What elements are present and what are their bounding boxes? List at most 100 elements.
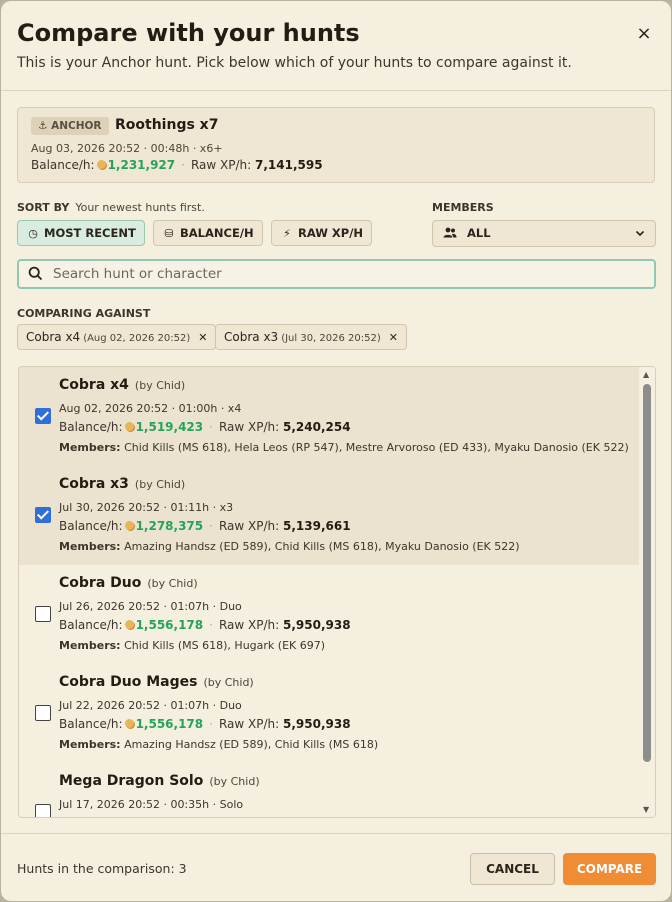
anchor-xp-value: 7,141,595	[255, 158, 323, 172]
hunt-meta: Jul 30, 2026 20:52 · 01:11h · x3	[59, 501, 234, 514]
cancel-button[interactable]: CANCEL	[470, 853, 555, 885]
chip-name: Cobra x4	[26, 330, 81, 344]
hunt-checkbox[interactable]	[35, 606, 51, 622]
chevron-down-icon	[635, 221, 645, 246]
hunt-balance: 1,556,178	[135, 717, 204, 731]
remove-chip-icon[interactable]: ✕	[389, 331, 398, 344]
modal-header: Compare with your hunts This is your Anc…	[1, 1, 671, 91]
hunt-row[interactable]: Cobra Duo Mages (by Chid) Jul 22, 2026 20…	[19, 664, 640, 763]
hunt-owner: (by Chid)	[203, 676, 254, 689]
hunt-stats: Balance/h: 1,519,423 · Raw XP/h: 5,240,254	[59, 420, 351, 434]
coin-icon	[124, 620, 134, 629]
hunt-row[interactable]: Cobra x4 (by Chid) Aug 02, 2026 20:52 · 0…	[19, 367, 640, 466]
hunt-owner: (by Chid)	[134, 478, 186, 491]
users-icon	[443, 226, 467, 240]
anchor-badge: ⚓ ANCHOR	[31, 117, 109, 135]
hunt-name: Cobra x4	[59, 377, 129, 393]
hunt-xp: 5,139,661	[283, 519, 351, 533]
hunt-name: Cobra Duo Mages	[59, 674, 198, 690]
hunt-name-line: Cobra Duo Mages (by Chid)	[59, 674, 254, 690]
hunt-name: Cobra x3	[59, 476, 129, 492]
hunt-owner: (by Chid)	[147, 577, 198, 590]
hunt-meta: Jul 17, 2026 20:52 · 00:35h · Solo	[59, 798, 244, 811]
comparing-against-label: COMPARING AGAINST	[17, 307, 151, 320]
hunt-row[interactable]: Cobra Duo (by Chid) Jul 26, 2026 20:52 · …	[19, 565, 640, 664]
hunt-row[interactable]: Cobra x3 (by Chid) Jul 30, 2026 20:52 · 0…	[19, 466, 640, 565]
hunt-members: Members: Chid Kills (MS 618), Hugark (EK…	[59, 639, 326, 652]
chip-date: (Jul 30, 2026 20:52)	[281, 333, 381, 344]
sort-by-label: SORT BY Your newest hunts first.	[17, 201, 205, 214]
hunt-row[interactable]: Mega Dragon Solo (by Chid) Jul 17, 2026 2…	[19, 763, 640, 817]
anchor-hunt-name: Roothings x7	[115, 117, 219, 133]
members-label: MEMBERS	[432, 201, 494, 214]
compare-button[interactable]: COMPARE	[563, 853, 656, 885]
hunt-name-line: Cobra Duo (by Chid)	[59, 575, 198, 591]
close-icon[interactable]: ×	[633, 23, 655, 45]
anchor-hunt-stats: Balance/h: 1,231,927 · Raw XP/h: 7,141,595	[31, 158, 323, 172]
anchor-hunt-card: ⚓ ANCHOR Roothings x7 Aug 03, 2026 20:52…	[17, 107, 655, 183]
sort-most-recent-button[interactable]: ◷ MOST RECENT	[17, 220, 145, 246]
hunt-stats: Balance/h: 1,556,178 · Raw XP/h: 5,950,938	[59, 618, 351, 632]
sort-hint: Your newest hunts first.	[75, 201, 205, 214]
bolt-icon: ⚡	[283, 227, 291, 240]
hunt-stats: Balance/h: 1,278,375 · Raw XP/h: 5,139,661	[59, 519, 351, 533]
coin-icon	[124, 719, 134, 728]
hunt-balance: 1,519,423	[135, 420, 204, 434]
hunt-checkbox[interactable]	[35, 804, 51, 817]
comparison-count: Hunts in the comparison: 3	[17, 861, 187, 876]
hunt-meta: Aug 02, 2026 20:52 · 01:00h · x4	[59, 402, 242, 415]
sort-xp-button[interactable]: ⚡ RAW XP/H	[271, 220, 373, 246]
modal-title: Compare with your hunts	[17, 19, 360, 47]
hunt-checkbox[interactable]	[35, 705, 51, 721]
balance-label: Balance/h:	[31, 158, 95, 172]
chip-date: (Aug 02, 2026 20:52)	[83, 333, 191, 344]
hunt-balance: 1,556,178	[135, 618, 204, 632]
search-input[interactable]	[53, 265, 643, 283]
hunt-name: Cobra Duo	[59, 575, 142, 591]
coin-icon	[96, 160, 106, 169]
hunt-meta: Jul 22, 2026 20:52 · 01:07h · Duo	[59, 699, 242, 712]
hunt-owner: (by Chid)	[209, 775, 260, 788]
hunt-stats: Balance/h: 1,556,178 · Raw XP/h: 5,950,938	[59, 717, 351, 731]
xp-label: Raw XP/h:	[190, 158, 252, 172]
anchor-hunt-meta: Aug 03, 2026 20:52 · 00:48h · x6+	[31, 142, 223, 155]
remove-chip-icon[interactable]: ✕	[198, 331, 207, 344]
hunt-xp: 5,950,938	[283, 717, 351, 731]
chip-name: Cobra x3	[224, 330, 279, 344]
search-icon	[28, 266, 43, 285]
hunt-checkbox[interactable]	[35, 408, 51, 424]
hunt-owner: (by Chid)	[134, 379, 186, 392]
hunt-members: Members: Amazing Handsz (ED 589), Chid K…	[59, 738, 379, 751]
scroll-down-icon[interactable]: ▼	[643, 805, 649, 814]
hunt-meta: Jul 26, 2026 20:52 · 01:07h · Duo	[59, 600, 242, 613]
search-field	[17, 259, 656, 289]
coins-icon: ⛁	[164, 227, 174, 240]
hunt-members: Members: Amazing Handsz (ED 589), Chid K…	[59, 540, 520, 553]
members-selected-value: ALL	[467, 226, 491, 240]
scroll-up-icon[interactable]: ▲	[643, 370, 649, 379]
anchor-balance-value: 1,231,927	[107, 158, 176, 172]
hunt-xp: 5,240,254	[283, 420, 351, 434]
hunt-balance: 1,278,375	[135, 519, 204, 533]
list-scrollbar[interactable]: ▲ ▼	[639, 367, 655, 817]
coin-icon	[124, 422, 134, 431]
scrollbar-thumb[interactable]	[643, 384, 651, 762]
members-select[interactable]: ALL	[432, 220, 656, 247]
anchor-badge-label: ANCHOR	[51, 120, 102, 132]
hunt-xp: 5,950,938	[283, 618, 351, 632]
hunt-list: Cobra x4 (by Chid) Aug 02, 2026 20:52 · 0…	[18, 366, 656, 818]
clock-icon: ◷	[28, 227, 38, 240]
hunt-name-line: Cobra x3 (by Chid)	[59, 476, 185, 492]
comparison-chip: Cobra x4 (Aug 02, 2026 20:52) ✕	[17, 324, 217, 350]
comparison-chip: Cobra x3 (Jul 30, 2026 20:52) ✕	[215, 324, 407, 350]
hunt-checkbox[interactable]	[35, 507, 51, 523]
modal-subtitle: This is your Anchor hunt. Pick below whi…	[17, 55, 572, 71]
hunt-name-line: Mega Dragon Solo (by Chid)	[59, 773, 260, 789]
hunt-members: Members: Chid Kills (MS 618), Hela Leos …	[59, 441, 629, 454]
coin-icon	[124, 521, 134, 530]
hunt-name: Mega Dragon Solo	[59, 773, 204, 789]
modal-footer: Hunts in the comparison: 3 CANCEL COMPAR…	[1, 833, 671, 901]
hunt-name-line: Cobra x4 (by Chid)	[59, 377, 185, 393]
sort-balance-button[interactable]: ⛁ BALANCE/H	[153, 220, 263, 246]
compare-modal: Compare with your hunts This is your Anc…	[1, 1, 671, 901]
